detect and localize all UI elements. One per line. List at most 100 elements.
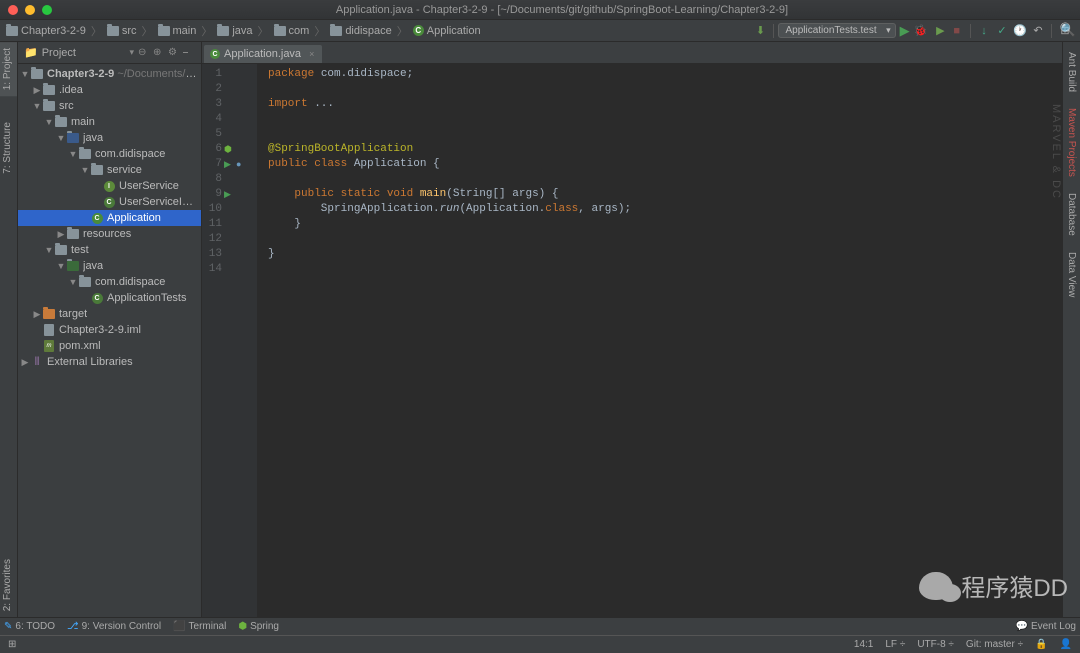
favorites-tool-tab[interactable]: 2: Favorites (0, 553, 17, 617)
tree-target[interactable]: ▶ target (18, 306, 201, 322)
expand-arrow-icon[interactable]: ▶ (32, 309, 42, 320)
tree-pom[interactable]: pom.xml (18, 338, 201, 354)
breadcrumb-main[interactable]: main (158, 25, 197, 37)
tree-test-package[interactable]: ▼ com.didispace (18, 274, 201, 290)
settings-icon[interactable]: ⚙ (168, 47, 180, 59)
tree-package[interactable]: ▼ com.didispace (18, 146, 201, 162)
resources-folder-icon (67, 229, 79, 239)
run-button[interactable]: ▶ (900, 23, 910, 39)
project-view-dropdown[interactable]: ▾ (129, 47, 134, 58)
revert-button[interactable]: ↶ (1031, 24, 1045, 38)
close-window-button[interactable] (8, 5, 18, 15)
expand-arrow-icon[interactable]: ▼ (68, 277, 78, 287)
class-icon (413, 25, 424, 36)
breadcrumb-java[interactable]: java (217, 25, 252, 37)
minimize-window-button[interactable] (25, 5, 35, 15)
breadcrumb-class[interactable]: Application (413, 25, 481, 37)
debug-button[interactable]: 🐞 (914, 24, 928, 37)
line-separator[interactable]: LF ÷ (885, 639, 905, 650)
tree-userservice[interactable]: UserService (18, 178, 201, 194)
data-view-tab[interactable]: Data View (1064, 246, 1079, 303)
breadcrumb-root[interactable]: Chapter3-2-9 (6, 25, 86, 37)
git-branch[interactable]: Git: master ÷ (966, 639, 1023, 650)
editor-tab-application[interactable]: Application.java × (204, 45, 322, 63)
project-panel-header: 📁 Project ▾ ⊖ ⊕ ⚙ ⎯ (18, 42, 201, 64)
window-title: Application.java - Chapter3-2-9 - [~/Doc… (52, 4, 1072, 16)
project-view-icon[interactable]: 📁 (24, 46, 38, 59)
project-tree: ▼ Chapter3-2-9 ~/Documents/git/githu ▶ .… (18, 64, 201, 617)
expand-arrow-icon[interactable]: ▶ (32, 85, 42, 96)
expand-arrow-icon[interactable]: ▼ (20, 69, 30, 79)
expand-arrow-icon[interactable]: ▶ (20, 357, 30, 368)
folder-icon (330, 26, 342, 36)
breadcrumb-didispace[interactable]: didispace (330, 25, 391, 37)
run-line-icon[interactable]: ▶ (224, 187, 231, 202)
expand-arrow-icon[interactable]: ▼ (80, 165, 90, 175)
implements-icon[interactable]: ● (236, 157, 241, 172)
cursor-position[interactable]: 14:1 (854, 639, 873, 650)
search-everywhere-button[interactable]: 🔍 (1060, 22, 1076, 38)
tree-external-libs[interactable]: ▶ ⫴ External Libraries (18, 354, 201, 370)
inspection-icon[interactable]: 👤 (1060, 639, 1072, 650)
structure-tool-tab[interactable]: 7: Structure (0, 116, 17, 180)
tree-userserviceimpl[interactable]: UserServiceImpl (18, 194, 201, 210)
locate-icon[interactable]: ⊕ (153, 47, 165, 59)
version-control-tool-button[interactable]: ⎇9: Version Control (67, 621, 161, 632)
code-area[interactable]: package com.didispace; import ... @Sprin… (258, 64, 1062, 617)
source-folder-icon (67, 133, 79, 143)
tree-main[interactable]: ▼ main (18, 114, 201, 130)
tree-apptests[interactable]: ApplicationTests (18, 290, 201, 306)
tree-test-java[interactable]: ▼ java (18, 258, 201, 274)
close-tab-icon[interactable]: × (309, 49, 314, 59)
ide-status-icon[interactable]: ⊞ (8, 639, 16, 650)
commit-button[interactable]: ✓ (995, 24, 1009, 38)
maven-projects-tab[interactable]: Maven Projects (1064, 102, 1079, 183)
spring-tool-button[interactable]: ⬢Spring (238, 621, 279, 632)
tree-iml[interactable]: Chapter3-2-9.iml (18, 322, 201, 338)
tree-root[interactable]: ▼ Chapter3-2-9 ~/Documents/git/githu (18, 66, 201, 82)
line-numbers: 1234567891011121314 (202, 67, 222, 617)
hide-panel-icon[interactable]: ⎯ (183, 47, 195, 59)
expand-arrow-icon[interactable]: ▼ (56, 261, 66, 271)
terminal-tool-button[interactable]: ⬛Terminal (173, 621, 226, 632)
breadcrumb-src[interactable]: src (107, 25, 137, 37)
folder-icon (55, 245, 67, 255)
tree-src[interactable]: ▼ src (18, 98, 201, 114)
database-tab[interactable]: Database (1064, 187, 1079, 242)
expand-arrow-icon[interactable]: ▼ (32, 101, 42, 111)
package-icon (79, 277, 91, 287)
expand-arrow-icon[interactable]: ▶ (56, 229, 66, 240)
maximize-window-button[interactable] (42, 5, 52, 15)
expand-arrow-icon[interactable]: ▼ (68, 149, 78, 159)
file-encoding[interactable]: UTF-8 ÷ (917, 639, 954, 650)
tree-resources[interactable]: ▶ resources (18, 226, 201, 242)
tree-application[interactable]: Application (18, 210, 201, 226)
tree-idea[interactable]: ▶ .idea (18, 82, 201, 98)
tree-test[interactable]: ▼ test (18, 242, 201, 258)
event-log-button[interactable]: 💬Event Log (1016, 621, 1077, 632)
history-button[interactable]: 🕐 (1013, 24, 1027, 38)
tree-service[interactable]: ▼ service (18, 162, 201, 178)
build-button[interactable]: ⬇ (753, 24, 767, 38)
todo-tool-button[interactable]: ✎6: TODO (4, 621, 55, 632)
expand-arrow-icon[interactable]: ▼ (44, 245, 54, 255)
right-tool-tabs: Ant Build Maven Projects Database Data V… (1062, 42, 1080, 617)
run-configuration-selector[interactable]: ApplicationTests.test (778, 23, 895, 38)
collapse-all-icon[interactable]: ⊖ (138, 47, 150, 59)
package-icon (91, 165, 103, 175)
project-tool-tab[interactable]: 1: Project (0, 42, 17, 96)
editor-body[interactable]: 1234567891011121314 ⬢ ▶ ● ▶ package com.… (202, 64, 1062, 617)
breadcrumb-com[interactable]: com (274, 25, 310, 37)
expand-arrow-icon[interactable]: ▼ (44, 117, 54, 127)
lock-icon[interactable]: 🔒 (1035, 639, 1047, 650)
run-line-icon[interactable]: ▶ (224, 157, 231, 172)
navigation-bar: Chapter3-2-9 〉 src 〉 main 〉 java 〉 com 〉… (0, 20, 1080, 42)
spring-bean-icon[interactable]: ⬢ (224, 142, 232, 157)
update-project-button[interactable]: ↓ (977, 24, 991, 38)
expand-arrow-icon[interactable]: ▼ (56, 133, 66, 143)
tree-java[interactable]: ▼ java (18, 130, 201, 146)
coverage-button[interactable]: ▶ (933, 24, 947, 38)
editor-area: Application.java × 1234567891011121314 ⬢… (202, 42, 1062, 617)
stop-button[interactable]: ■ (953, 25, 960, 37)
ant-build-tab[interactable]: Ant Build (1064, 46, 1079, 98)
